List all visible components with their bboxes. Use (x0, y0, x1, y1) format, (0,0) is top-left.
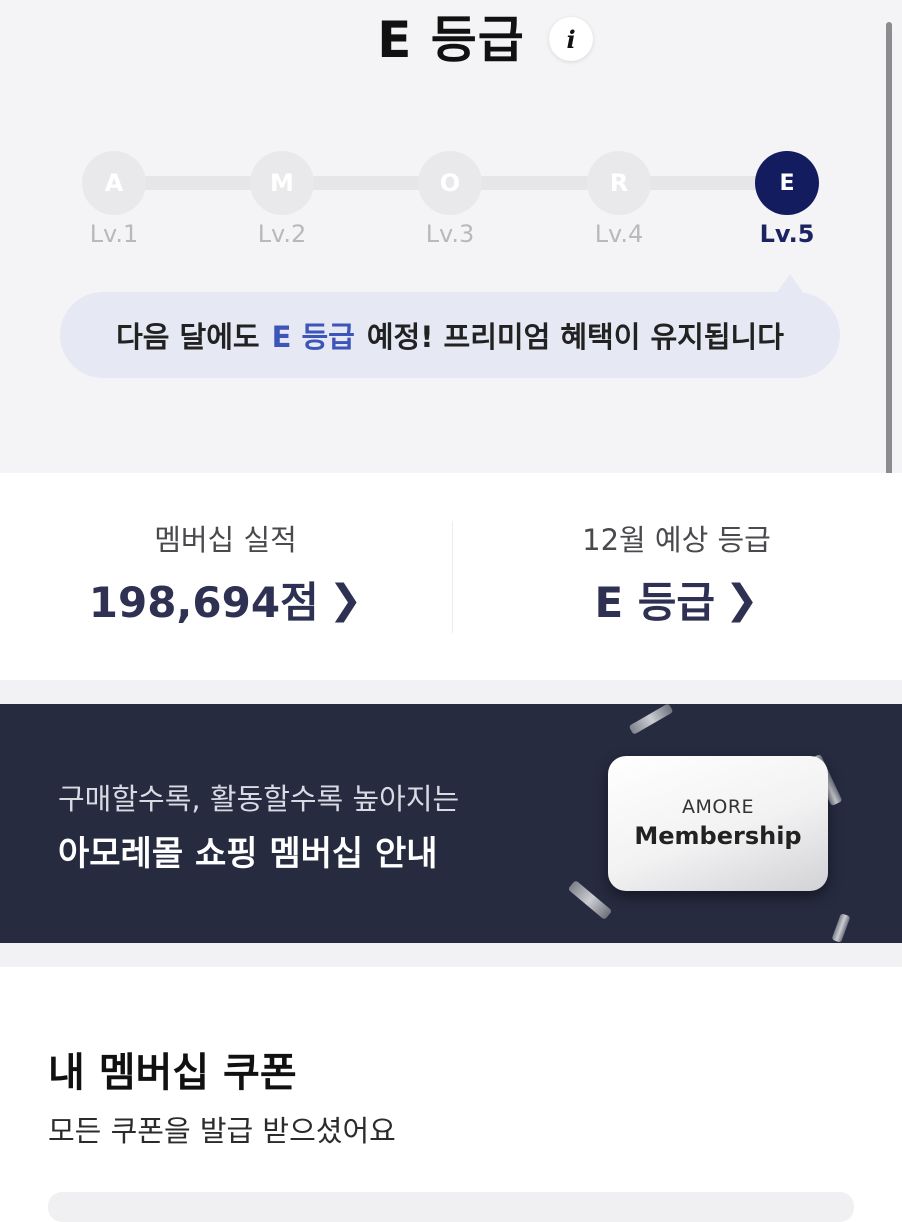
membership-points-value: 198,694점 (88, 578, 319, 627)
level-label-2: Lv.2 (257, 220, 307, 248)
notice-bubble-tail (776, 274, 804, 294)
membership-guide-banner[interactable]: 구매할수록, 활동할수록 높아지는 아모레몰 쇼핑 멤버십 안내 AMORE M… (0, 704, 902, 943)
notice-suffix: 예정! 프리미엄 혜택이 유지됩니다 (366, 320, 784, 354)
info-icon-button[interactable]: i (549, 17, 593, 61)
membership-performance-link[interactable]: 멤버십 실적 198,694점 ❯ (0, 473, 451, 680)
banner-title: 아모레몰 쇼핑 멤버십 안내 (58, 834, 438, 874)
card-brand-text: AMORE (681, 796, 755, 818)
grade-title: E 등급 (377, 11, 525, 69)
confetti-ribbon-icon (628, 704, 674, 735)
forecast-grade-link[interactable]: 12월 예상 등급 E 등급 ❯ (451, 473, 902, 680)
level-circle-3: O (418, 151, 482, 215)
coupon-card-edge (48, 1192, 854, 1222)
level-label-5-current: Lv.5 (759, 220, 815, 248)
card-membership-text: Membership (634, 822, 802, 850)
level-label-1: Lv.1 (89, 220, 139, 248)
scrollbar-thumb[interactable] (886, 22, 892, 478)
level-circle-1: A (82, 151, 146, 215)
level-circle-2: M (250, 151, 314, 215)
notice-highlight-grade: E 등급 (271, 320, 355, 354)
level-label-4: Lv.4 (594, 220, 644, 248)
notice-prefix: 다음 달에도 (116, 320, 260, 354)
confetti-ribbon-icon (567, 879, 613, 921)
level-label-3: Lv.3 (425, 220, 475, 248)
coupon-status-text: 모든 쿠폰을 발급 받으셨어요 (48, 1114, 396, 1148)
level-circle-4: R (587, 151, 651, 215)
membership-performance-label: 멤버십 실적 (154, 523, 297, 557)
section-spacer (0, 680, 902, 704)
forecast-grade-value: E 등급 (594, 578, 716, 627)
coupon-section-title: 내 멤버십 쿠폰 (48, 1050, 297, 1096)
grade-header-section: E 등급 i A M O R E Lv.1 Lv.2 Lv.3 Lv.4 Lv.… (0, 0, 902, 473)
grade-notice-bubble: 다음 달에도 E 등급 예정! 프리미엄 혜택이 유지됩니다 (60, 292, 840, 378)
section-spacer (0, 943, 902, 967)
membership-card-image: AMORE Membership (608, 756, 828, 891)
stats-section: 멤버십 실적 198,694점 ❯ 12월 예상 등급 E 등급 ❯ (0, 473, 902, 680)
membership-performance-value-row: 198,694점 ❯ (0, 569, 451, 630)
forecast-grade-label: 12월 예상 등급 (582, 523, 771, 557)
forecast-grade-value-row: E 등급 ❯ (451, 569, 902, 630)
chevron-right-icon: ❯ (328, 576, 363, 623)
level-circle-5-current: E (755, 151, 819, 215)
confetti-ribbon-icon (831, 913, 851, 943)
chevron-right-icon: ❯ (725, 576, 759, 623)
banner-subtitle: 구매할수록, 활동할수록 높아지는 (58, 782, 460, 816)
